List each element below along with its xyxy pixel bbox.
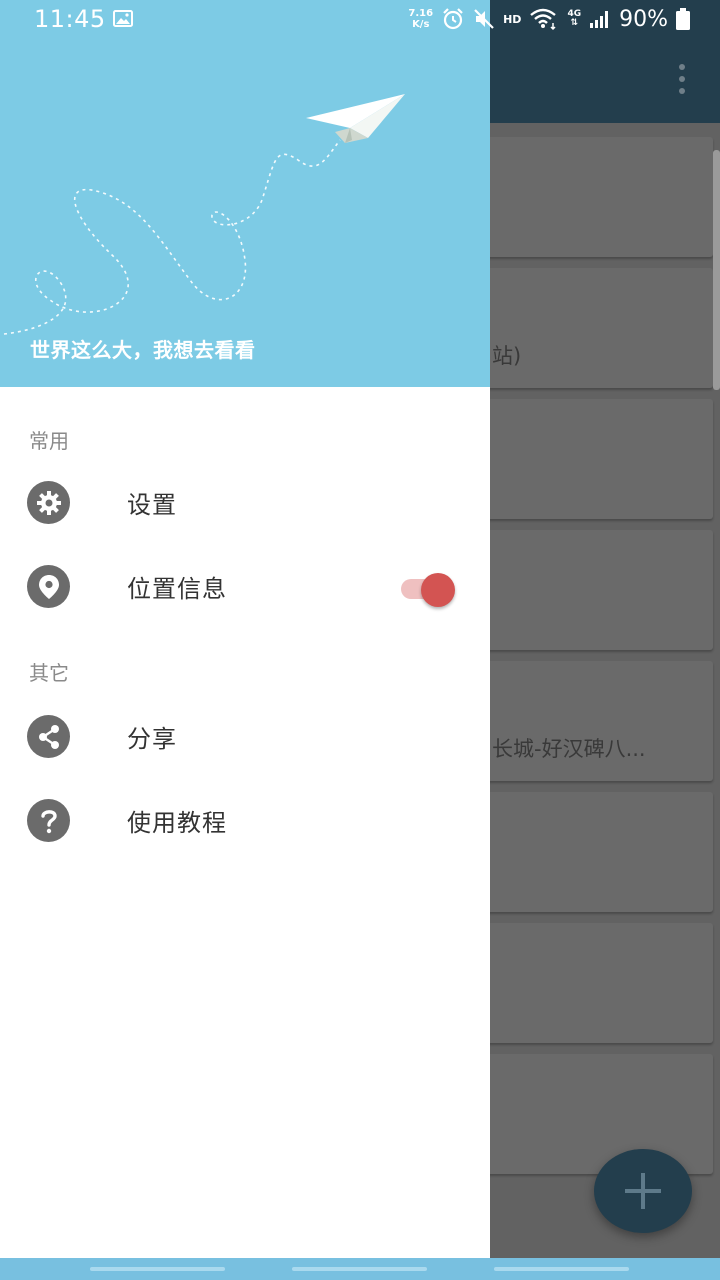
status-bar: 11:45 7.16 K/s HD 4G ⇅ 90% bbox=[0, 0, 720, 40]
list-card[interactable] bbox=[470, 792, 713, 912]
toggle-thumb bbox=[421, 573, 455, 607]
nav-handle-center[interactable] bbox=[292, 1267, 427, 1271]
alarm-icon bbox=[443, 8, 463, 30]
net-speed-value: 7.16 bbox=[408, 8, 434, 19]
menu-label-tutorial: 使用教程 bbox=[127, 809, 227, 837]
menu-label-settings: 设置 bbox=[127, 491, 177, 519]
list-card[interactable] bbox=[470, 530, 713, 650]
signal-icon bbox=[590, 11, 609, 28]
scrollbar[interactable] bbox=[713, 150, 720, 390]
nav-handle-right[interactable] bbox=[494, 1267, 629, 1271]
menu-label-share: 分享 bbox=[127, 725, 177, 753]
list-card[interactable]: 长城-好汉碑八... bbox=[470, 661, 713, 781]
status-icons: 7.16 K/s HD 4G ⇅ 90% bbox=[408, 4, 690, 34]
list-card[interactable] bbox=[470, 399, 713, 519]
help-question-icon bbox=[27, 799, 70, 842]
menu-item-share[interactable]: 分享 bbox=[0, 694, 490, 778]
wifi-icon bbox=[530, 8, 557, 31]
section-title-other: 其它 bbox=[29, 661, 69, 685]
menu-item-location[interactable]: 位置信息 bbox=[0, 544, 490, 628]
gesture-nav-bar bbox=[0, 1258, 720, 1280]
add-fab-button[interactable] bbox=[594, 1149, 692, 1233]
menu-item-tutorial[interactable]: 使用教程 bbox=[0, 778, 490, 862]
network-type: 4G ⇅ bbox=[567, 10, 581, 28]
menu-item-settings[interactable]: 设置 bbox=[0, 460, 490, 544]
net-speed: 7.16 K/s bbox=[408, 8, 433, 30]
hd-label: HD bbox=[503, 12, 522, 26]
drawer-header: 世界这么大，我想去看看 bbox=[0, 0, 490, 387]
header-motto: 世界这么大，我想去看看 bbox=[30, 338, 256, 362]
list-card[interactable] bbox=[470, 1054, 713, 1174]
share-icon bbox=[27, 715, 70, 758]
section-title-common: 常用 bbox=[29, 429, 69, 453]
list-card[interactable] bbox=[470, 137, 713, 257]
location-pin-icon bbox=[27, 565, 70, 608]
location-toggle[interactable] bbox=[399, 573, 457, 607]
status-time: 11:45 bbox=[34, 5, 106, 33]
list-card-text: 长城-好汉碑八... bbox=[492, 737, 646, 761]
battery-icon bbox=[676, 8, 690, 30]
data-arrows-icon: ⇅ bbox=[570, 18, 579, 28]
list-card[interactable] bbox=[470, 923, 713, 1043]
battery-percent: 90% bbox=[619, 6, 668, 32]
paper-plane-illustration bbox=[3, 94, 405, 335]
menu-label-location: 位置信息 bbox=[127, 575, 227, 603]
list-card-text: 站) bbox=[492, 344, 522, 368]
plus-icon bbox=[625, 1173, 661, 1209]
nav-handle-left[interactable] bbox=[90, 1267, 225, 1271]
mute-icon bbox=[474, 9, 494, 29]
gallery-notification-icon bbox=[113, 10, 133, 27]
list-card[interactable]: 站) bbox=[470, 268, 713, 388]
settings-icon bbox=[27, 481, 70, 524]
overflow-menu-icon[interactable] bbox=[668, 64, 696, 94]
net-speed-unit: K/s bbox=[412, 19, 430, 30]
navigation-drawer: 世界这么大，我想去看看 常用 设置 位置信息 其它 分享 使用教程 bbox=[0, 0, 490, 1258]
